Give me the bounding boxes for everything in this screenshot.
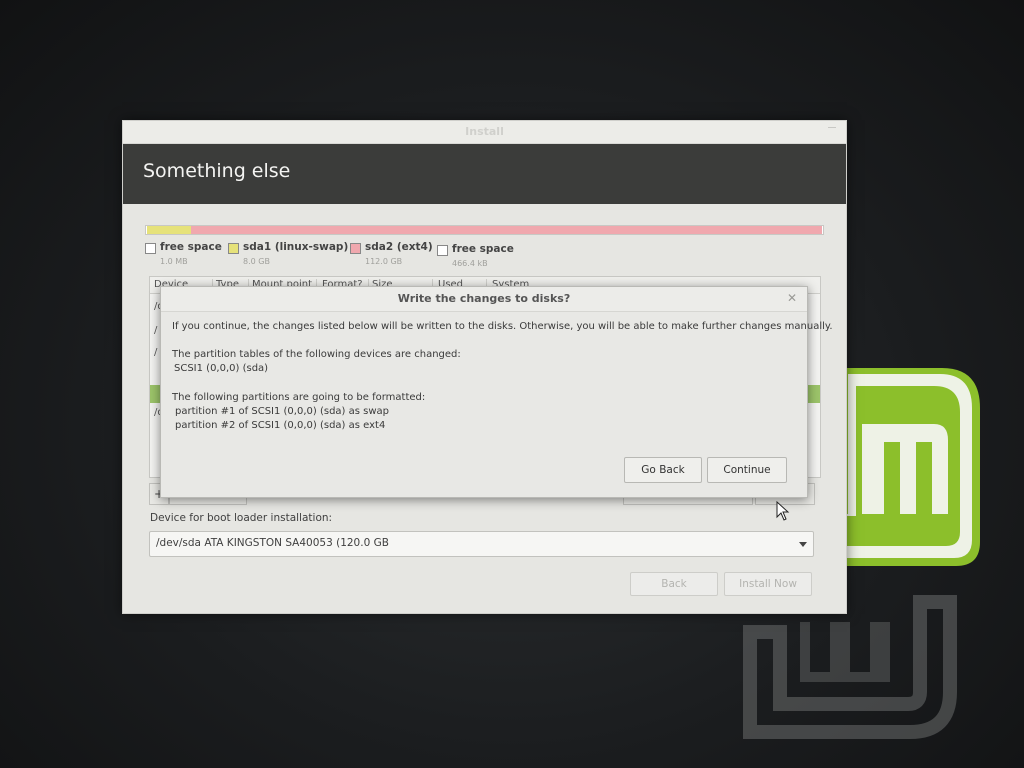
boot-loader-select[interactable]: /dev/sda ATA KINGSTON SA40053 (120.0 GB	[149, 531, 814, 557]
dialog-title: Write the changes to disks?	[397, 292, 571, 305]
partition-table-device: SCSI1 (0,0,0) (sda)	[174, 363, 269, 374]
linux-mint-logo-reflection	[743, 595, 957, 739]
dialog-titlebar: Write the changes to disks? ✕	[161, 287, 807, 312]
minimize-icon[interactable]	[828, 127, 836, 128]
page-header: Something else	[123, 144, 846, 204]
install-now-button[interactable]: Install Now	[724, 572, 812, 596]
legend-label: sda1 (linux-swap)	[243, 241, 349, 253]
legend-label: free space	[452, 243, 514, 255]
legend-label: free space	[160, 241, 222, 253]
legend-swatch	[350, 243, 361, 254]
mouse-cursor-icon	[776, 501, 790, 521]
boot-loader-label: Device for boot loader installation:	[150, 512, 333, 524]
close-icon[interactable]: ✕	[787, 291, 797, 305]
partition-bar-segment-sda1	[146, 226, 192, 234]
continue-button[interactable]: Continue	[707, 457, 787, 483]
boot-loader-selected-value: /dev/sda ATA KINGSTON SA40053 (120.0 GB	[156, 537, 389, 549]
legend-size: 8.0 GB	[243, 257, 270, 266]
partition-bar	[145, 225, 824, 235]
dialog-intro: If you continue, the changes listed belo…	[172, 321, 833, 332]
partition-tables-heading: The partition tables of the following de…	[172, 349, 461, 360]
table-row[interactable]: /	[154, 325, 157, 336]
formatted-partition: partition #1 of SCSI1 (0,0,0) (sda) as s…	[175, 406, 389, 417]
table-row[interactable]: /	[154, 347, 157, 358]
legend-size: 112.0 GB	[365, 257, 403, 266]
formatted-heading: The following partitions are going to be…	[172, 392, 426, 403]
page-title: Something else	[143, 160, 291, 182]
legend-size: 1.0 MB	[160, 257, 188, 266]
formatted-partition: partition #2 of SCSI1 (0,0,0) (sda) as e…	[175, 420, 386, 431]
legend-label: sda2 (ext4)	[365, 241, 433, 253]
window-title: Install	[465, 125, 504, 138]
legend-swatch	[437, 245, 448, 256]
go-back-button[interactable]: Go Back	[624, 457, 702, 483]
chevron-down-icon	[799, 542, 807, 547]
partition-legend: free space 1.0 MB sda1 (linux-swap) 8.0 …	[145, 241, 825, 271]
legend-swatch	[228, 243, 239, 254]
partition-bar-segment-sda2	[191, 226, 823, 234]
legend-swatch	[145, 243, 156, 254]
window-titlebar: Install	[123, 121, 846, 144]
legend-size: 466.4 kB	[452, 259, 488, 268]
write-changes-dialog: Write the changes to disks? ✕ If you con…	[160, 286, 833, 498]
back-button[interactable]: Back	[630, 572, 718, 596]
partition-bar-segment-free-space-end	[822, 226, 823, 234]
